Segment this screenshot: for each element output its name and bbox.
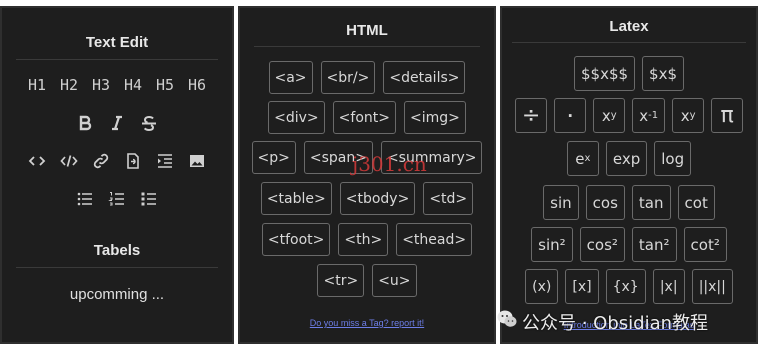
pi-button[interactable]: π (711, 98, 744, 133)
indent-icon[interactable] (149, 148, 181, 174)
code-inline-icon[interactable] (21, 148, 53, 174)
h4-button[interactable]: H4 (117, 72, 149, 98)
cot-squared-button[interactable]: cot² (683, 227, 727, 262)
log-button[interactable]: log (654, 141, 692, 176)
sin-squared-button[interactable]: sin² (531, 227, 573, 262)
tables-placeholder-text: upcomming ... (69, 286, 165, 303)
tag-td-button[interactable]: <td> (423, 182, 474, 215)
image-icon[interactable] (181, 148, 213, 174)
latex-row-6: (x) [x] {x} |x| ||x|| (502, 269, 756, 304)
power-button[interactable]: xy (593, 98, 626, 133)
tables-title: Tabels (93, 242, 141, 259)
tables-divider (16, 267, 218, 268)
code-block-icon[interactable] (53, 148, 85, 174)
display-math-button[interactable]: $$x$$ (573, 56, 636, 91)
norm-button[interactable]: ||x|| (691, 269, 733, 304)
html-row-6: <tr> <u> (240, 264, 494, 297)
latex-divider (512, 42, 746, 43)
cos-button[interactable]: cos (585, 185, 625, 220)
bold-icon[interactable] (69, 110, 101, 136)
tag-font-button[interactable]: <font> (332, 101, 396, 134)
insert-toolbar (2, 148, 232, 174)
format-toolbar (2, 110, 232, 136)
latex-row-4: sin cos tan cot (502, 185, 756, 220)
tan-button[interactable]: tan (631, 185, 671, 220)
sin-button[interactable]: sin (543, 185, 579, 220)
h1-button[interactable]: H1 (21, 72, 53, 98)
h5-button[interactable]: H5 (149, 72, 181, 98)
tag-tbody-button[interactable]: <tbody> (339, 182, 416, 215)
inline-math-button[interactable]: $x$ (642, 56, 685, 91)
tag-tr-button[interactable]: <tr> (317, 264, 365, 297)
heading-toolbar: H1 H2 H3 H4 H5 H6 (2, 72, 232, 98)
watermark-text: 公众号 · Obsidian教程 (522, 313, 709, 334)
task-list-icon[interactable] (133, 186, 165, 212)
html-title: HTML (346, 22, 388, 39)
html-row-5: <tfoot> <th> <thead> (240, 223, 494, 256)
braces-button[interactable]: {x} (605, 269, 646, 304)
latex-row-2: ÷ · xy x -1 xy π (502, 98, 756, 133)
html-row-1: <a> <br/> <details> (240, 61, 494, 94)
dot-button[interactable]: · (554, 98, 587, 133)
tag-img-button[interactable]: <img> (403, 101, 466, 134)
wechat-icon (497, 310, 517, 327)
strikethrough-icon[interactable] (133, 110, 165, 136)
brackets-button[interactable]: [x] (565, 269, 599, 304)
h2-button[interactable]: H2 (53, 72, 85, 98)
exp-button[interactable]: exp (605, 141, 648, 176)
tag-a-button[interactable]: <a> (268, 61, 313, 94)
link-icon[interactable] (85, 148, 117, 174)
latex-row-3: ex exp log (502, 141, 756, 176)
latex-row-1: $$x$$ $x$ (502, 56, 756, 91)
list-toolbar (2, 186, 232, 212)
text-edit-divider (16, 59, 218, 60)
tag-tfoot-button[interactable]: <tfoot> (261, 223, 331, 256)
h6-button[interactable]: H6 (181, 72, 213, 98)
tag-details-button[interactable]: <details> (383, 61, 466, 94)
cot-button[interactable]: cot (677, 185, 715, 220)
tag-p-button[interactable]: <p> (251, 141, 296, 174)
latex-panel: Latex $$x$$ $x$ ÷ · xy x -1 xy π ex exp l… (500, 6, 758, 344)
latex-row-5: sin² cos² tan² cot² (502, 227, 756, 262)
tag-th-button[interactable]: <th> (338, 223, 389, 256)
html-divider (254, 46, 480, 47)
tag-table-button[interactable]: <table> (260, 182, 332, 215)
italic-icon[interactable] (101, 110, 133, 136)
subscript-button[interactable]: xy (672, 98, 705, 133)
parentheses-button[interactable]: (x) (525, 269, 559, 304)
tag-thead-button[interactable]: <thead> (396, 223, 473, 256)
h3-button[interactable]: H3 (85, 72, 117, 98)
tan-squared-button[interactable]: tan² (631, 227, 677, 262)
numbered-list-icon[interactable] (101, 186, 133, 212)
text-edit-title: Text Edit (85, 34, 149, 51)
inverse-button[interactable]: x -1 (632, 98, 666, 133)
html-row-4: <table> <tbody> <td> (240, 182, 494, 215)
absolute-value-button[interactable]: |x| (652, 269, 685, 304)
tag-br-button[interactable]: <br/> (320, 61, 376, 94)
attachment-icon[interactable] (117, 148, 149, 174)
text-edit-panel: Text Edit H1 H2 H3 H4 H5 H6 Tabels upcom… (0, 6, 234, 344)
tag-u-button[interactable]: <u> (372, 264, 417, 297)
tag-div-button[interactable]: <div> (268, 101, 325, 134)
latex-title: Latex (609, 18, 649, 35)
html-row-2: <div> <font> <img> (240, 101, 494, 134)
report-tag-link[interactable]: Do you miss a Tag? report it! (240, 318, 494, 328)
divide-button[interactable]: ÷ (514, 98, 548, 133)
cos-squared-button[interactable]: cos² (579, 227, 625, 262)
bullet-list-icon[interactable] (69, 186, 101, 212)
watermark-red-text: j301.cn (352, 152, 427, 176)
exp-power-button[interactable]: ex (566, 141, 599, 176)
